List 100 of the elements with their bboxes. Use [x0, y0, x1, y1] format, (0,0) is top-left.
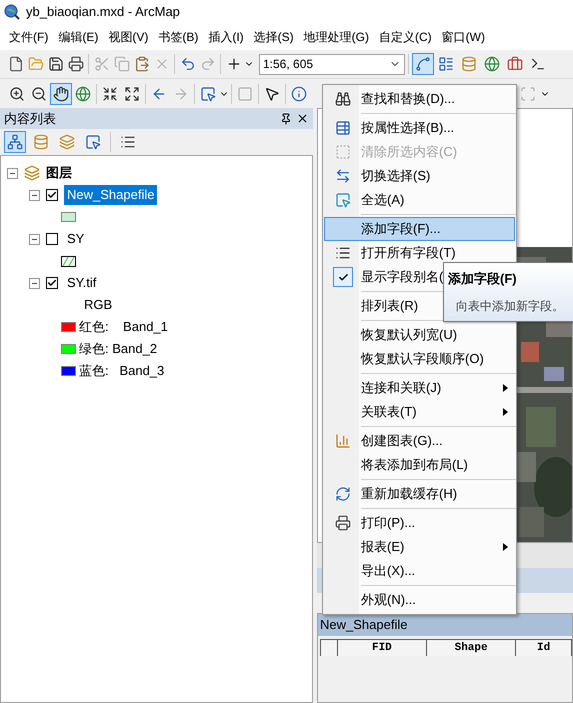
menu-item[interactable]: 文件(F)	[4, 28, 54, 46]
menu-item[interactable]: 关联表(T)	[324, 400, 515, 424]
redo-icon	[200, 56, 216, 72]
column-header[interactable]: FID	[338, 640, 427, 656]
list-icon	[335, 245, 351, 261]
legend-swatch	[61, 256, 76, 266]
menu-item[interactable]: 恢复默认列宽(U)	[324, 323, 515, 347]
menu-item[interactable]: 导出(X)...	[324, 559, 515, 583]
scale-combobox[interactable]: 1:56, 605	[259, 54, 405, 74]
menu-item[interactable]: 报表(E)	[324, 535, 515, 559]
options-icon	[120, 134, 136, 150]
menu-item[interactable]: 自定义(C)	[374, 28, 437, 46]
check-icon	[338, 272, 348, 282]
menu-item[interactable]: 按属性选择(B)...	[324, 116, 515, 140]
menu-item[interactable]: 选择(S)	[248, 28, 299, 46]
scan-icon	[520, 86, 536, 102]
pin-icon[interactable]	[280, 112, 292, 124]
menu-item[interactable]: 恢复默认字段顺序(O)	[324, 347, 515, 371]
zoom-out-icon	[31, 86, 47, 102]
layer-checkbox[interactable]	[46, 277, 58, 289]
fixed-zoom-out-icon	[124, 86, 140, 102]
menu-item[interactable]: 书签(B)	[153, 28, 204, 46]
switch-selection-icon	[335, 168, 351, 184]
column-header[interactable]: Id	[516, 640, 572, 656]
menu-item[interactable]: 编辑(E)	[53, 28, 104, 46]
binoculars-icon	[335, 91, 351, 107]
list-by-visibility-icon	[59, 134, 75, 150]
legend-label: 红色: Band_1	[79, 318, 168, 336]
menu-item[interactable]: 窗口(W)	[436, 28, 490, 46]
refresh-icon	[335, 486, 351, 502]
layer-name[interactable]: SY	[64, 229, 88, 249]
clear-selection-icon	[237, 86, 253, 102]
layer-name[interactable]: New_Shapefile	[64, 185, 158, 205]
toc-view-button[interactable]	[4, 131, 26, 153]
menu-item[interactable]: 地理处理(G)	[298, 28, 374, 46]
python-window-icon	[530, 56, 546, 72]
collapse-icon[interactable]	[29, 278, 40, 288]
tooltip-text: 向表中添加新字段。	[455, 298, 565, 315]
print-icon	[68, 56, 84, 72]
menu-item[interactable]: 将表添加到布局(L)	[324, 453, 515, 477]
open-folder-icon	[28, 56, 44, 72]
new-document-icon	[8, 56, 24, 72]
collapse-icon[interactable]	[29, 234, 40, 244]
menu-item[interactable]: 全选(A)	[324, 188, 515, 212]
legend-label: 蓝色: Band_3	[79, 362, 164, 380]
check-icon	[47, 190, 57, 200]
full-extent-icon	[75, 86, 91, 102]
select-features-icon	[200, 86, 216, 102]
editor-icon	[415, 56, 431, 72]
undo-icon	[180, 56, 196, 72]
submenu-arrow-icon	[503, 543, 508, 551]
list-by-selection-icon	[85, 134, 101, 150]
layer-checkbox[interactable]	[46, 189, 58, 201]
menu-item[interactable]: 连接和关联(J)	[324, 376, 515, 400]
menu-item[interactable]: 打开所有字段(T)	[324, 241, 515, 265]
menu-item[interactable]: 插入(I)	[203, 28, 249, 46]
table-title: New_Shapefile	[320, 616, 408, 634]
bar-chart-icon	[335, 433, 351, 449]
menu-item[interactable]: 查找和替换(D)...	[324, 87, 515, 111]
panel-title: 内容列表	[4, 110, 56, 128]
search-window-icon	[484, 56, 500, 72]
menu-item[interactable]: 打印(P)...	[324, 511, 515, 535]
collapse-icon[interactable]	[7, 168, 18, 178]
layer-checkbox[interactable]	[46, 233, 58, 245]
submenu-arrow-icon	[503, 384, 508, 392]
app-globe-icon	[4, 4, 20, 20]
column-header[interactable]: Shape	[427, 640, 516, 656]
close-icon[interactable]	[296, 112, 309, 125]
toolbar-button[interactable]	[50, 82, 72, 104]
table-window-icon	[438, 56, 454, 72]
copy-icon	[114, 56, 130, 72]
fixed-zoom-in-icon	[102, 86, 118, 102]
tooltip-title: 添加字段(F)	[448, 270, 518, 288]
menu-item[interactable]: 视图(V)	[103, 28, 154, 46]
menu-item[interactable]: 添加字段(F)...	[324, 217, 515, 241]
clear-selection-icon	[335, 144, 351, 160]
pointer-icon	[264, 86, 280, 102]
tree-label[interactable]: 图层	[46, 163, 72, 183]
layers-icon	[24, 165, 40, 181]
select-by-attributes-icon	[335, 120, 351, 136]
submenu-arrow-icon	[503, 408, 508, 416]
list-by-source-icon	[33, 134, 49, 150]
pan-icon	[53, 86, 69, 102]
menu-item[interactable]: 切换选择(S)	[324, 164, 515, 188]
collapse-icon[interactable]	[29, 190, 40, 200]
cut-icon	[94, 56, 110, 72]
legend-label: RGB	[84, 296, 112, 314]
layer-name[interactable]: SY.tif	[64, 273, 100, 293]
zoom-in-icon	[9, 86, 25, 102]
menu-item[interactable]: 外观(N)...	[324, 588, 515, 612]
paste-icon	[134, 56, 150, 72]
save-icon	[48, 56, 64, 72]
legend-label: 绿色: Band_2	[79, 340, 158, 358]
identify-icon	[291, 86, 307, 102]
menu-item[interactable]: 重新加载缓存(H)	[324, 482, 515, 506]
menu-item[interactable]: 创建图表(G)...	[324, 429, 515, 453]
check-icon	[47, 278, 57, 288]
print-icon	[335, 515, 351, 531]
toolbox-icon	[507, 56, 523, 72]
catalog-icon	[461, 56, 477, 72]
